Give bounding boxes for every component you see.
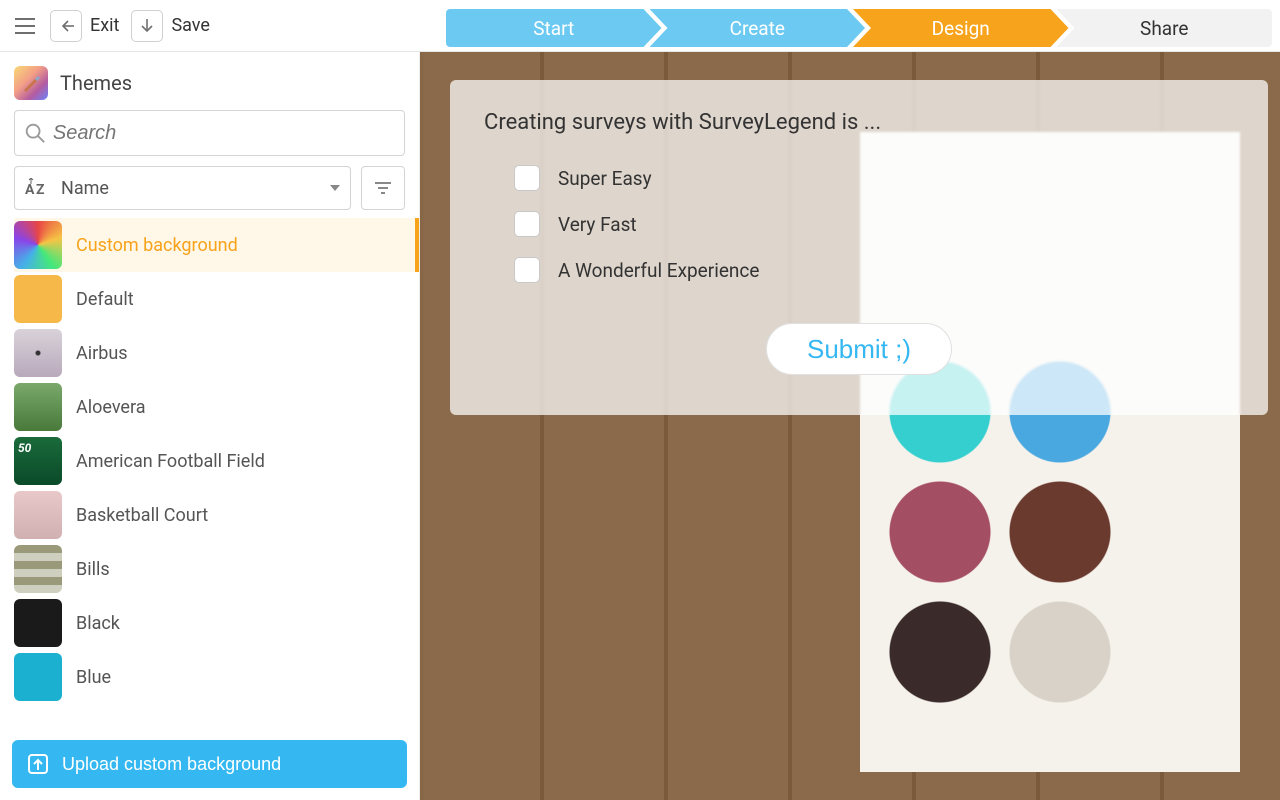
theme-thumbnail [14, 383, 62, 431]
submit-button[interactable]: Submit ;) [766, 323, 952, 375]
option-label: Super Easy [558, 167, 652, 190]
theme-thumbnail [14, 545, 62, 593]
theme-thumbnail [14, 275, 62, 323]
theme-label: Black [76, 613, 120, 634]
themes-title: Themes [60, 71, 132, 95]
theme-thumbnail [14, 221, 62, 269]
upload-icon [26, 752, 50, 776]
search-icon [23, 120, 47, 146]
upload-background-button[interactable]: Upload custom background [12, 740, 407, 788]
save-label: Save [171, 15, 210, 36]
theme-label: Custom background [76, 235, 238, 256]
theme-label: Airbus [76, 343, 128, 364]
theme-thumbnail [14, 599, 62, 647]
theme-item[interactable]: Aloevera [14, 380, 405, 434]
survey-card: Creating surveys with SurveyLegend is ..… [450, 80, 1268, 415]
theme-item[interactable]: Airbus [14, 326, 405, 380]
menu-button[interactable] [12, 13, 38, 39]
theme-label: Aloevera [76, 397, 146, 418]
save-button[interactable]: Save [131, 10, 210, 42]
theme-label: American Football Field [76, 451, 265, 472]
survey-option[interactable]: Super Easy [484, 155, 1234, 201]
theme-thumbnail [14, 437, 62, 485]
az-icon: AZ [25, 178, 51, 198]
filter-icon [373, 180, 393, 196]
theme-item[interactable]: Default [14, 272, 405, 326]
upload-label: Upload custom background [62, 754, 281, 775]
themes-icon [14, 66, 48, 100]
theme-label: Basketball Court [76, 505, 208, 526]
search-input[interactable] [53, 122, 396, 145]
theme-item[interactable]: American Football Field [14, 434, 405, 488]
sort-label: Name [61, 178, 109, 199]
checkbox[interactable] [514, 211, 540, 237]
theme-item[interactable]: Bills [14, 542, 405, 596]
theme-label: Blue [76, 667, 111, 688]
filter-button[interactable] [361, 166, 405, 210]
theme-item[interactable]: Basketball Court [14, 488, 405, 542]
checkbox[interactable] [514, 257, 540, 283]
theme-label: Default [76, 289, 134, 310]
theme-thumbnail [14, 491, 62, 539]
option-label: A Wonderful Experience [558, 259, 759, 282]
save-icon [131, 10, 163, 42]
theme-item[interactable]: Blue [14, 650, 405, 704]
survey-option[interactable]: A Wonderful Experience [484, 247, 1234, 293]
exit-label: Exit [90, 15, 119, 36]
svg-text:A: A [25, 182, 35, 198]
exit-icon [50, 10, 82, 42]
chevron-down-icon [330, 185, 340, 191]
step-start[interactable]: Start [446, 9, 662, 47]
option-label: Very Fast [558, 213, 637, 236]
survey-option[interactable]: Very Fast [484, 201, 1234, 247]
progress-steps: StartCreateDesignShare [420, 0, 1280, 51]
svg-text:Z: Z [36, 182, 45, 198]
theme-item[interactable]: Custom background [14, 218, 419, 272]
search-input-wrap[interactable] [14, 110, 405, 156]
checkbox[interactable] [514, 165, 540, 191]
theme-label: Bills [76, 559, 110, 580]
step-share[interactable]: Share [1057, 9, 1273, 47]
sort-select[interactable]: AZ Name [14, 166, 351, 210]
survey-question: Creating surveys with SurveyLegend is ..… [484, 110, 1234, 135]
exit-button[interactable]: Exit [50, 10, 119, 42]
theme-thumbnail [14, 329, 62, 377]
theme-item[interactable]: Black [14, 596, 405, 650]
themes-sidebar: Themes AZ Name Custom backgroun [0, 52, 420, 800]
step-design[interactable]: Design [853, 9, 1069, 47]
theme-thumbnail [14, 653, 62, 701]
preview-canvas: Creating surveys with SurveyLegend is ..… [420, 52, 1280, 800]
step-create[interactable]: Create [650, 9, 866, 47]
